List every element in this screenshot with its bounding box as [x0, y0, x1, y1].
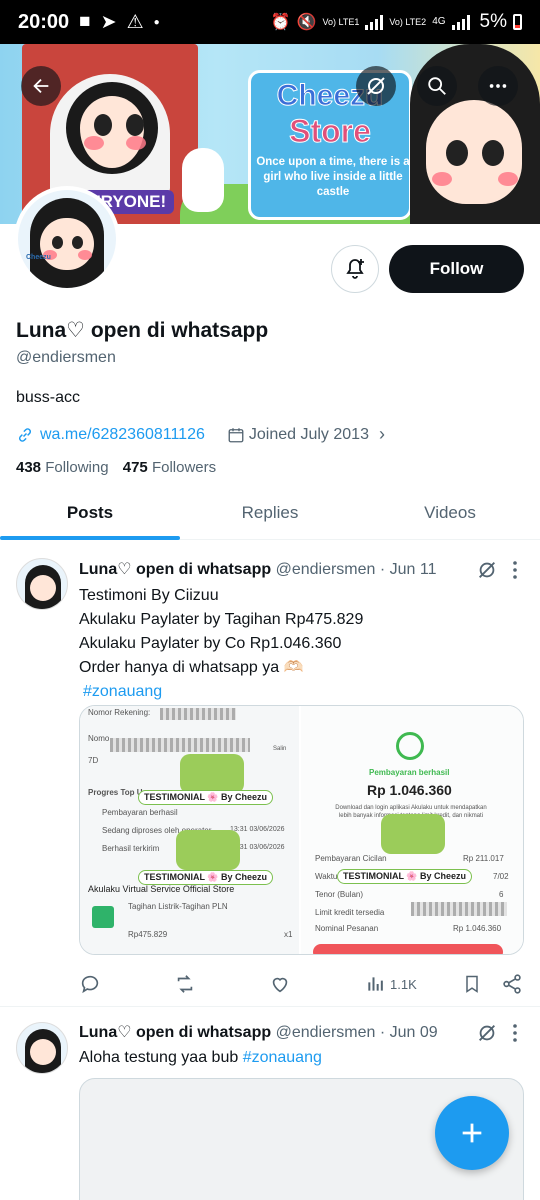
following-count: 438 [16, 459, 42, 476]
sim1-network: Vo) LTE1 [322, 17, 360, 27]
search-button[interactable] [417, 66, 457, 106]
views-button[interactable]: 1.1K [366, 970, 417, 998]
tab-replies[interactable]: Replies [180, 486, 360, 539]
more-button[interactable] [478, 66, 518, 106]
profile-meta: wa.me/6282360811126 Joined July 2013 › [16, 424, 385, 445]
more-vertical-icon[interactable] [506, 559, 524, 581]
post-line: Testimoni By Ciizuu [79, 587, 219, 604]
label-rekening: Nomor Rekening: [88, 708, 151, 717]
store-tagline: Once upon a time, there is a girl who li… [256, 156, 410, 198]
post-header: Luna♡ open di whatsapp @endiersmen · Jun… [79, 1022, 438, 1042]
post-hashtag[interactable]: #zonauang [83, 680, 519, 704]
tab-posts[interactable]: Posts [0, 486, 180, 540]
notifications-subscribe-button[interactable] [331, 245, 379, 293]
watermark-label: TESTIMONIAL 🌸 By Cheezu [138, 790, 274, 805]
bar-chart-icon [368, 977, 383, 991]
success-check-icon [396, 732, 424, 760]
grok-icon[interactable] [476, 559, 498, 581]
post-author-handle[interactable]: @endiersmen [276, 561, 376, 578]
post-author-name[interactable]: Luna♡ open di whatsapp [79, 561, 271, 578]
followers-count: 475 [122, 459, 148, 476]
share-icon [503, 974, 521, 994]
watermark-label: TESTIMONIAL 🌸 By Cheezu [138, 870, 274, 885]
bunny-illustration [182, 148, 224, 212]
profile-handle: @endiersmen [16, 349, 116, 366]
network-type: 4G [432, 16, 446, 27]
post-text: Aloha testung yaa bub [79, 1049, 239, 1066]
reply-button[interactable] [79, 970, 101, 998]
profile-website-link[interactable]: wa.me/6282360811126 [40, 426, 205, 444]
post-body: Testimoni By Ciizuu Akulaku Paylater by … [79, 584, 519, 704]
post-media-grid[interactable]: Nomor Rekening: Nomo 7D Salin Progres To… [79, 705, 524, 955]
status-time: 20:00 [18, 10, 70, 33]
media-image-left[interactable]: Nomor Rekening: Nomo 7D Salin Progres To… [80, 706, 301, 954]
alarm-icon: ⏰ [270, 14, 291, 31]
search-icon [428, 77, 446, 95]
repost-icon [177, 975, 193, 993]
follow-button[interactable]: Follow [389, 245, 524, 293]
compose-post-button[interactable] [435, 1096, 509, 1170]
post-line: Akulaku Paylater by Tagihan Rp475.829 [79, 611, 364, 628]
post-actions: 1.1K [79, 970, 524, 998]
post-header: Luna♡ open di whatsapp @endiersmen · Jun… [79, 559, 437, 579]
profile-tabs: Posts Replies Videos [0, 486, 540, 540]
post-date[interactable]: · Jun 11 [380, 561, 437, 578]
chevron-right-icon[interactable]: › [379, 424, 385, 445]
warning-icon: ⚠ [126, 11, 144, 33]
media-image-right[interactable]: Pembayaran berhasil Rp 1.046.360 Downloa… [301, 706, 523, 954]
post-line: Akulaku Paylater by Co Rp1.046.360 [79, 635, 342, 652]
post-hashtag[interactable]: #zonauang [243, 1049, 322, 1066]
profile-counts: 438 Following 475 Followers [16, 459, 216, 476]
post-avatar[interactable] [16, 558, 68, 610]
mute-icon: 🔇 [296, 14, 317, 31]
profile-avatar[interactable]: Cheezu [14, 186, 120, 292]
profile-joined-date: Joined July 2013 [248, 425, 369, 443]
post-author-name[interactable]: Luna♡ open di whatsapp [79, 1024, 271, 1041]
post-body: Aloha testung yaa bub #zonauang [79, 1046, 519, 1070]
sim2-network: Vo) LTE2 [389, 17, 427, 27]
plus-icon [462, 1123, 482, 1143]
battery-icon [513, 14, 522, 30]
grok-button[interactable] [356, 66, 396, 106]
more-vertical-icon[interactable] [506, 1022, 524, 1044]
arrow-left-icon [33, 78, 49, 94]
store-title-2: Store [289, 113, 372, 150]
repost-button[interactable] [173, 970, 197, 998]
followers-link[interactable]: 475 Followers [123, 459, 216, 476]
heart-icon [272, 977, 288, 993]
link-icon [18, 427, 32, 442]
post-line: Order hanya di whatsapp ya 🫶🏻 [79, 659, 304, 676]
signal-2-icon [451, 14, 470, 30]
like-button[interactable] [269, 970, 291, 998]
profile-name: Luna♡ open di whatsapp [16, 319, 269, 342]
telegram-icon: ➤ [100, 11, 117, 33]
tab-videos[interactable]: Videos [360, 486, 540, 539]
battery-level: 5% [479, 11, 507, 32]
status-bar: 20:00 ■ ➤ ⚠ ● ⏰ 🔇 Vo) LTE1 Vo) LTE2 4G 5… [0, 0, 540, 44]
post-date[interactable]: · Jun 09 [380, 1024, 438, 1041]
reply-icon [81, 975, 99, 994]
signal-1-icon [365, 14, 384, 30]
grok-icon [367, 77, 385, 95]
post-avatar[interactable] [16, 1022, 68, 1074]
avatar-watermark: Cheezu [26, 254, 51, 261]
share-button[interactable] [501, 970, 523, 998]
calendar-icon [228, 427, 244, 442]
bookmark-icon [466, 975, 478, 993]
bookmark-button[interactable] [462, 970, 482, 998]
bell-plus-icon [346, 259, 364, 279]
post-author-handle[interactable]: @endiersmen [276, 1024, 376, 1041]
profile-bio: buss-acc [16, 389, 81, 406]
following-link[interactable]: 438 Following [16, 459, 109, 476]
grok-icon[interactable] [476, 1022, 498, 1044]
back-button[interactable] [21, 66, 61, 106]
views-count: 1.1K [390, 976, 417, 992]
alert-notification-icon: ■ [79, 11, 91, 32]
dot-icon: ● [153, 16, 160, 28]
more-horizontal-icon [489, 84, 507, 88]
watermark-label: TESTIMONIAL 🌸 By Cheezu [337, 869, 473, 884]
